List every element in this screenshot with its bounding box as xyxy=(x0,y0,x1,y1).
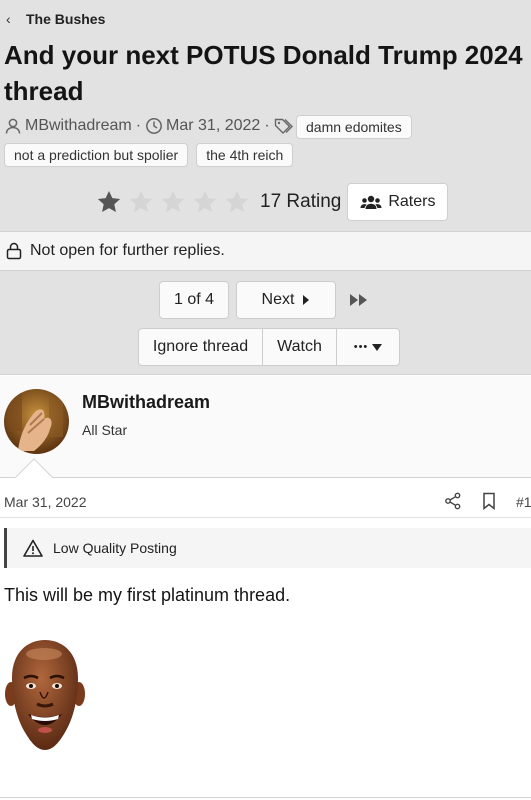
thread-meta: MBwithadream · Mar 31, 2022 · xyxy=(4,115,299,137)
rating-count: 17 Rating xyxy=(260,191,342,212)
user-icon xyxy=(4,117,22,135)
thread-navigation: 1 of 4 Next Ignore thread Watch ••• xyxy=(0,271,531,375)
raters-label: Raters xyxy=(388,193,436,210)
tags-list: not a prediction but spolier the 4th rei… xyxy=(4,143,294,167)
raters-button[interactable]: Raters xyxy=(347,183,449,221)
tag-chip[interactable]: the 4th reich xyxy=(196,143,294,167)
star-empty-icon[interactable] xyxy=(224,189,250,215)
breadcrumb-label: The Bushes xyxy=(26,11,106,27)
caret-right-icon xyxy=(303,295,310,305)
post-divider xyxy=(0,797,531,798)
next-label: Next xyxy=(261,291,295,308)
notice-text: Low Quality Posting xyxy=(53,540,177,556)
post-body: This will be my first platinum thread. xyxy=(4,585,291,605)
more-dots-icon: ••• xyxy=(353,341,369,353)
star-empty-icon[interactable] xyxy=(192,189,218,215)
post-header: Mar 31, 2022 #1 xyxy=(0,478,531,518)
meta-separator: · xyxy=(264,117,270,134)
fast-forward-icon xyxy=(350,294,367,306)
share-icon[interactable] xyxy=(444,492,462,510)
page-selector[interactable]: 1 of 4 xyxy=(159,281,229,319)
thread-author[interactable]: MBwithadream xyxy=(25,117,132,135)
thread-header: ‹ The Bushes And your next POTUS Donald … xyxy=(0,0,531,231)
post-notice: Low Quality Posting xyxy=(4,528,531,568)
avatar[interactable] xyxy=(4,389,69,454)
next-page-button[interactable]: Next xyxy=(236,281,336,319)
star-rating[interactable] xyxy=(96,189,250,215)
locked-text: Not open for further replies. xyxy=(30,242,225,259)
user-title: All Star xyxy=(82,422,128,438)
star-empty-icon[interactable] xyxy=(160,189,186,215)
post-username[interactable]: MBwithadream xyxy=(82,392,210,413)
tag-chip[interactable]: not a prediction but spolier xyxy=(4,143,189,167)
post-date[interactable]: Mar 31, 2022 xyxy=(4,494,87,510)
users-icon xyxy=(360,195,382,209)
thread-title: And your next POTUS Donald Trump 2024 th… xyxy=(4,40,523,106)
thread-date[interactable]: Mar 31, 2022 xyxy=(166,117,260,135)
ignore-thread-button[interactable]: Ignore thread xyxy=(138,328,263,366)
star-empty-icon[interactable] xyxy=(128,189,154,215)
chevron-left-icon: ‹ xyxy=(6,11,11,27)
locked-notice: Not open for further replies. xyxy=(0,231,531,271)
watch-button[interactable]: Watch xyxy=(262,328,337,366)
star-filled-icon[interactable] xyxy=(96,189,122,215)
clock-icon xyxy=(145,117,163,135)
lock-icon xyxy=(6,242,22,260)
tag-chip[interactable]: damn edomites xyxy=(296,115,412,139)
bookmark-icon[interactable] xyxy=(480,492,498,511)
more-actions-button[interactable]: ••• xyxy=(336,328,400,366)
tags-icon xyxy=(274,117,296,135)
meme-image xyxy=(4,638,86,752)
post-user-block: MBwithadream All Star xyxy=(0,376,531,498)
meta-separator: · xyxy=(135,117,142,134)
last-page-button[interactable] xyxy=(345,289,373,311)
warning-icon xyxy=(23,539,43,557)
breadcrumb[interactable]: ‹ The Bushes xyxy=(6,10,105,28)
post-number[interactable]: #1 xyxy=(516,494,531,510)
caret-down-icon xyxy=(372,343,383,351)
rating-widget: 17 Rating Raters xyxy=(96,183,449,221)
